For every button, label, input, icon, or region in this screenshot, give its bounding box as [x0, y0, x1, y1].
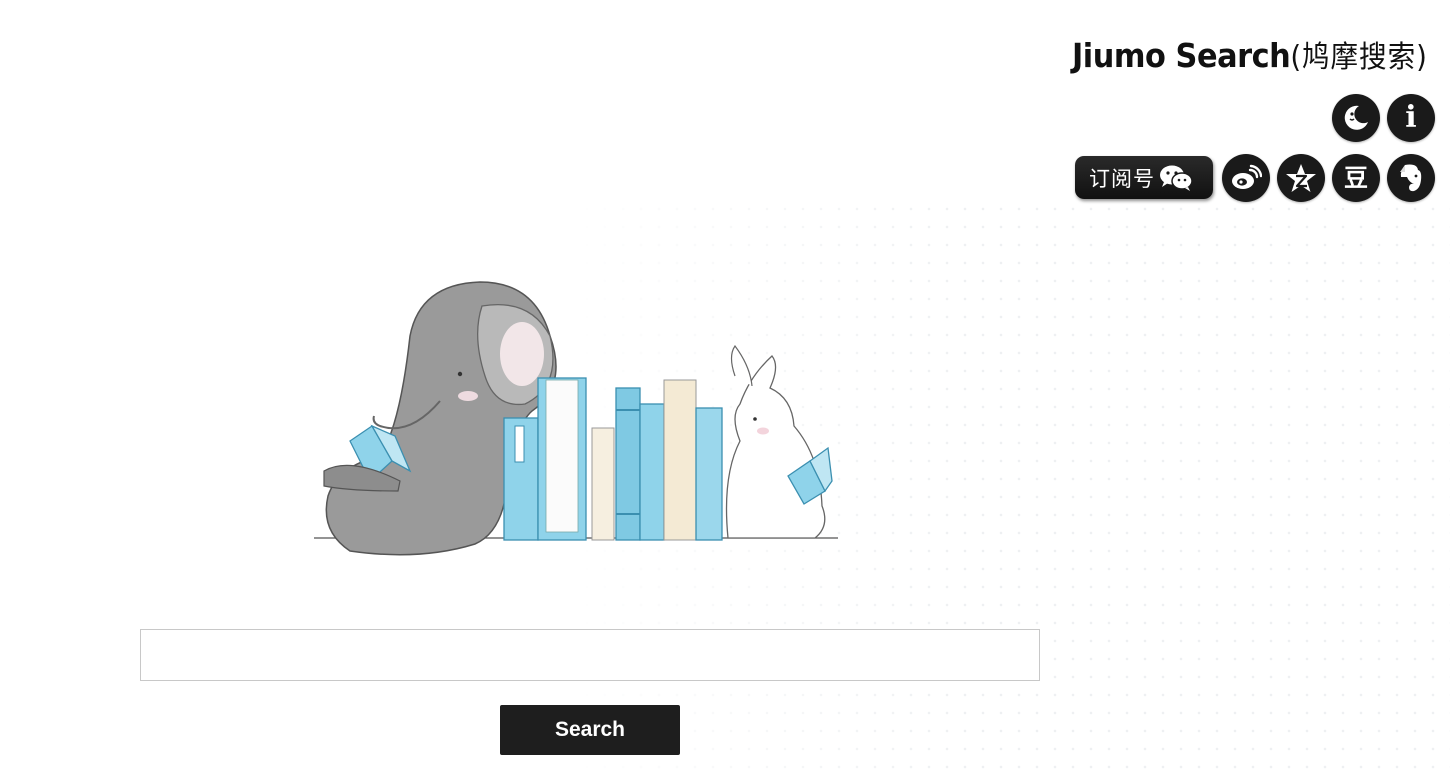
wechat-subscription-button[interactable]: 订阅号 — [1075, 156, 1213, 199]
site-title-latin: Jiumo Search — [1072, 36, 1291, 75]
douban-button[interactable]: 豆 — [1332, 154, 1380, 202]
elephant-bunny-books-illustration — [314, 281, 838, 556]
search-input[interactable] — [140, 629, 1040, 681]
star-icon — [1286, 164, 1316, 192]
star-button[interactable] — [1277, 154, 1325, 202]
info-icon: i — [1405, 100, 1417, 135]
wechat-icon — [1160, 165, 1193, 191]
site-title-chinese: (鸠摩搜索) — [1290, 40, 1428, 75]
weibo-button[interactable] — [1222, 154, 1270, 202]
night-mode-button[interactable] — [1332, 94, 1380, 142]
douban-icon: 豆 — [1344, 164, 1368, 192]
search-button[interactable]: Search — [500, 705, 680, 755]
weibo-icon — [1232, 164, 1262, 189]
evernote-button[interactable] — [1387, 154, 1435, 202]
evernote-icon — [1400, 164, 1422, 192]
wechat-label: 订阅号 — [1089, 166, 1155, 191]
bunny — [725, 344, 833, 539]
site-title[interactable]: Jiumo Search(鸠摩搜索) — [1072, 32, 1428, 76]
info-button[interactable]: i — [1387, 94, 1435, 142]
moon-icon — [1344, 105, 1368, 130]
